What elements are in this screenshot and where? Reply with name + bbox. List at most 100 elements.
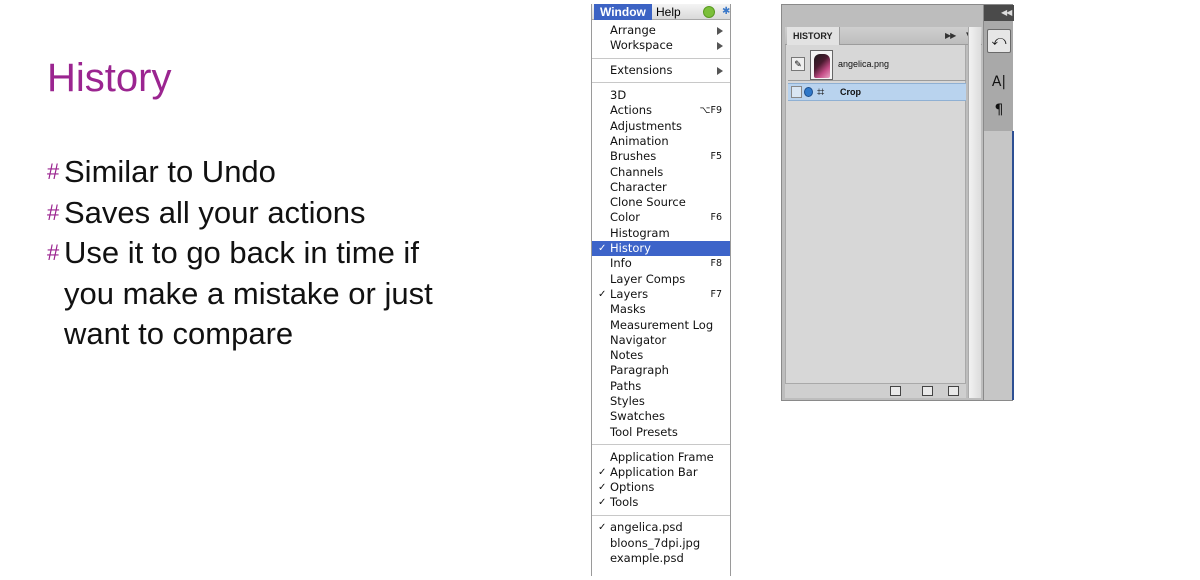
menu-item-label: Arrange [610,23,656,37]
menu-item-label: Workspace [610,38,673,53]
snapshot-label: angelica.png [838,59,890,69]
menu-item-application-bar[interactable]: ✓ Application Bar [592,464,730,480]
menu-item-actions[interactable]: Actions ⌥F9 [592,103,730,118]
menu-item-label: Animation [610,133,669,148]
menu-item-masks[interactable]: Masks [592,302,730,317]
new-snapshot-icon[interactable] [922,386,933,396]
window-menu-screenshot: Window Help ✱ Arrange Workspace Extensions… [591,4,731,576]
menu-item-paths[interactable]: Paths [592,379,730,394]
menu-item-shortcut: F8 [710,258,722,270]
history-snapshot-row[interactable]: ✎ angelica.png [788,49,966,81]
menu-item-label: Swatches [610,409,665,424]
bullet-line: Use it to go back in time if [64,235,419,270]
menu-item-label: Layers [610,286,649,301]
menu-item-example-psd[interactable]: example.psd [592,551,730,566]
history-dock-icon[interactable]: ⤺ [987,29,1011,53]
history-scrollbar[interactable] [968,27,981,398]
menu-item-clone-source[interactable]: Clone Source [592,195,730,210]
menu-item-label: Channels [610,164,664,179]
menu-separator [592,511,730,521]
menu-item-label: Paragraph [610,363,669,378]
crop-icon: ⌗ [817,85,825,100]
menu-item-label: Masks [610,302,646,317]
character-dock-icon[interactable]: A| [987,71,1011,95]
menu-item-label: Options [610,480,655,495]
menu-item-bloons-7dpi-jpg[interactable]: bloons_7dpi.jpg [592,535,730,551]
menu-item-label: 3D [610,88,627,103]
menu-item-label: Clone Source [610,195,686,210]
menu-item-history[interactable]: ✓ History [592,241,730,257]
menu-item-histogram[interactable]: Histogram [592,225,730,241]
history-state-label: Crop [840,87,861,97]
menu-item-measurement-log[interactable]: Measurement Log [592,318,730,333]
menu-item-notes[interactable]: Notes [592,348,730,363]
paragraph-dock-icon[interactable]: ¶ [987,99,1011,123]
menu-item-styles[interactable]: Styles [592,394,730,409]
bullet-line: want to compare [64,316,294,351]
menu-item-label: Tools [610,495,639,510]
menu-item-angelica-psd[interactable]: ✓ angelica.psd [592,520,730,535]
menu-item-label: Color [610,210,641,225]
menu-item-info[interactable]: Info F8 [592,256,730,271]
menu-window[interactable]: Window [594,4,652,20]
new-document-from-state-icon[interactable] [890,386,901,396]
history-state-row[interactable]: ⌗ Crop [788,83,966,101]
bullet-item: # Similar to Undo [47,152,517,193]
panel-dock: ◀◀ ⤺ A| ¶ [983,5,1014,400]
menu-item-layer-comps[interactable]: Layer Comps [592,271,730,287]
bullet-text: Similar to Undo [64,152,276,193]
checkmark-icon: ✓ [598,482,607,494]
menu-item-application-frame[interactable]: Application Frame [592,449,730,465]
menu-item-character[interactable]: Character [592,180,730,195]
collapse-arrows-icon[interactable]: ▶▶ [945,31,956,40]
menu-item-label: Extensions [610,63,673,78]
menu-item-arrange[interactable]: Arrange [592,23,730,38]
menu-item-animation[interactable]: Animation [592,133,730,149]
bullet-line: Similar to Undo [64,154,276,189]
menu-item-label: Application Frame [610,449,714,464]
menu-item-brushes[interactable]: Brushes F5 [592,149,730,164]
tab-history[interactable]: HISTORY [787,27,840,45]
menu-item-tool-presets[interactable]: Tool Presets [592,424,730,440]
menu-item-label: Tool Presets [610,424,678,439]
menu-item-options[interactable]: ✓ Options [592,480,730,495]
menu-item-layers[interactable]: ✓ Layers F7 [592,286,730,302]
menu-item-label: Histogram [610,225,670,240]
menu-help[interactable]: Help [650,4,687,20]
menu-item-swatches[interactable]: Swatches [592,409,730,424]
bluetooth-icon[interactable]: ✱ [722,7,730,17]
menu-item-label: Layer Comps [610,271,686,286]
bullet-line: Saves all your actions [64,194,366,230]
checkmark-icon: ✓ [598,288,607,300]
trash-icon[interactable] [948,386,959,396]
history-state-slider-icon[interactable] [804,87,813,97]
slide-title: History [47,56,172,100]
menu-item-workspace[interactable]: Workspace [592,38,730,53]
checkmark-icon: ✓ [598,497,607,509]
menu-item-extensions[interactable]: Extensions [592,63,730,78]
menu-item-adjustments[interactable]: Adjustments [592,118,730,134]
menu-item-tools[interactable]: ✓ Tools [592,495,730,510]
menu-separator [592,78,730,88]
menu-item-paragraph[interactable]: Paragraph [592,363,730,378]
bullet-item: # Use it to go back in time if you make a … [47,233,517,355]
menu-item-label: bloons_7dpi.jpg [610,535,701,550]
menu-item-shortcut: F5 [710,151,722,163]
menu-item-3d[interactable]: 3D [592,88,730,103]
bullet-marker: # [47,240,60,265]
menu-item-navigator[interactable]: Navigator [592,332,730,348]
history-panel: HISTORY ▶▶ ▾≡ ✎ angelica.png ⌗ Crop ◀◀ ⤺… [781,4,1014,401]
status-check-icon[interactable] [703,6,715,18]
history-panel-footer [785,383,966,398]
history-brush-checkbox[interactable] [791,86,802,98]
menu-item-label: Navigator [610,332,667,347]
menu-item-label: Application Bar [610,464,698,479]
history-brush-source-icon[interactable]: ✎ [791,57,805,71]
menu-bar: Window Help ✱ [592,4,730,20]
menu-item-channels[interactable]: Channels [592,164,730,180]
menu-separator [592,54,730,64]
bullet-line: you make a mistake or just [64,275,433,311]
dock-collapse-icon[interactable]: ◀◀ [1001,8,1012,17]
menu-item-color[interactable]: Color F6 [592,210,730,225]
menu-item-label: Adjustments [610,118,683,133]
